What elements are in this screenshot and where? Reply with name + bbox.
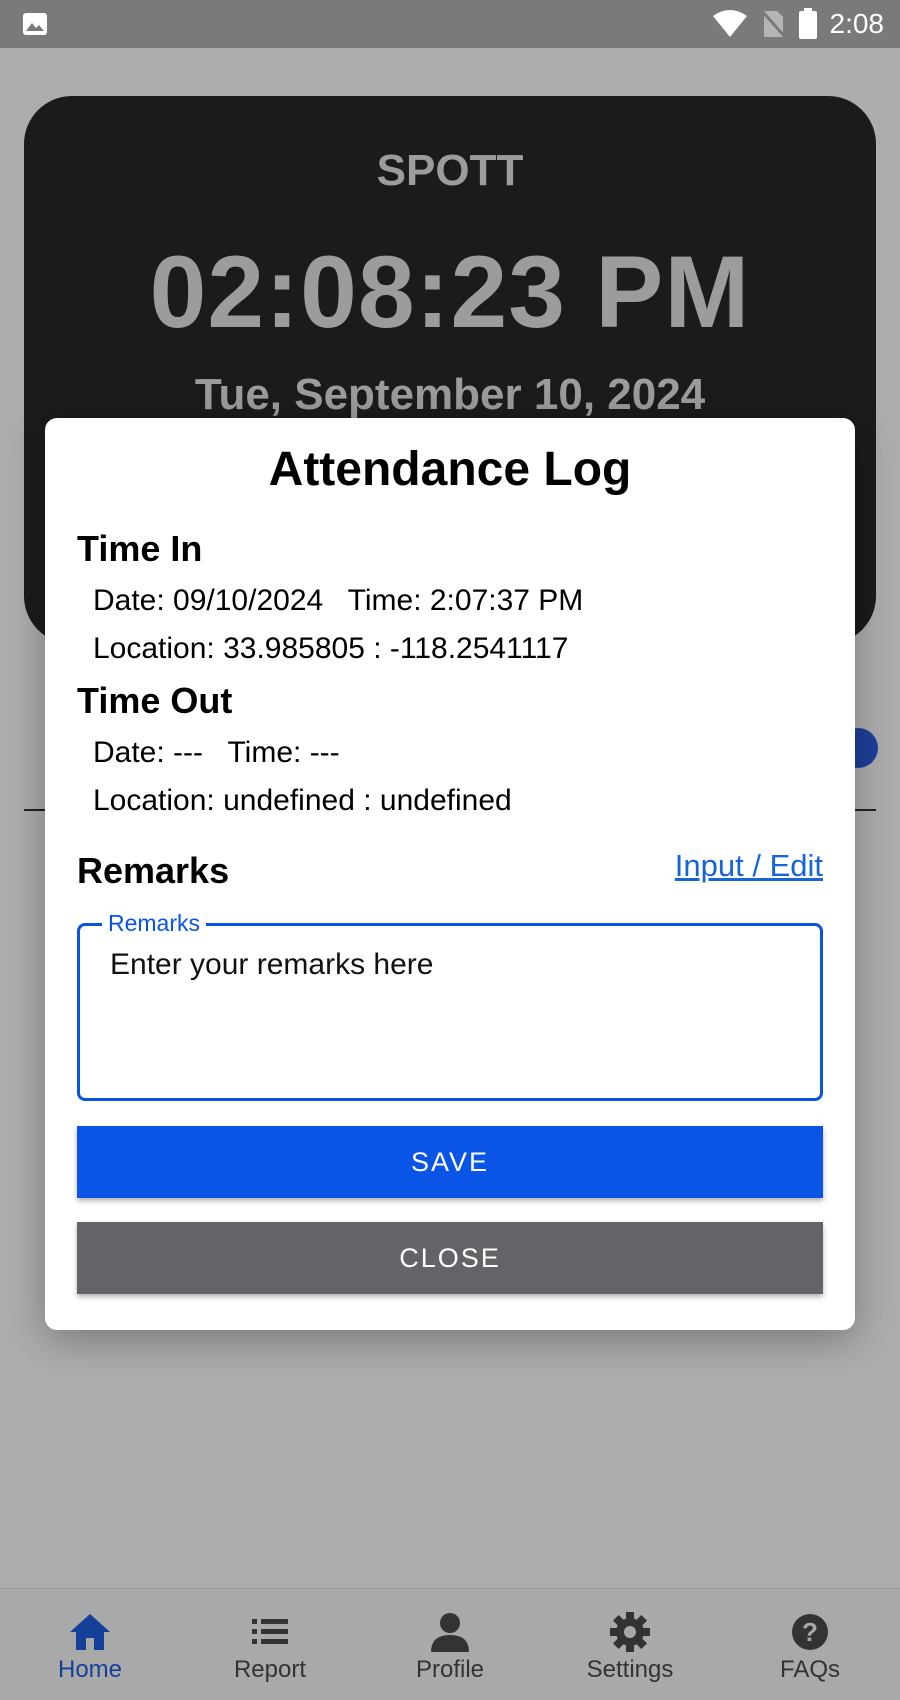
nav-label-report: Report (233, 1655, 307, 1683)
clock-time: 02:08:23 PM (149, 235, 751, 349)
app-name: SPOTT (376, 146, 524, 195)
attendance-log-dialog: Attendance Log Time In Date: 09/10/2024 … (45, 418, 855, 1330)
time-in-date-time: Date: 09/10/2024 Time: 2:07:37 PM (93, 584, 584, 617)
wifi-icon (712, 10, 747, 37)
remarks-field-label: Remarks (102, 910, 207, 937)
nav-item-faqs[interactable]: ? FAQs (720, 1589, 900, 1700)
nav-label-profile: Profile (415, 1655, 485, 1683)
status-bar: 2:08 (0, 0, 900, 48)
time-out-location: Location: undefined : undefined (93, 784, 512, 817)
save-button[interactable]: SAVE (77, 1126, 823, 1198)
help-icon: ? (792, 1613, 828, 1650)
time-in-location: Location: 33.985805 : -118.2541117 (93, 632, 569, 665)
nav-item-home[interactable]: Home (0, 1589, 180, 1700)
image-notification-icon (23, 13, 47, 35)
clock-date: Tue, September 10, 2024 (194, 370, 706, 419)
nav-item-settings[interactable]: Settings (540, 1589, 720, 1700)
svg-text:?: ? (802, 1617, 818, 1647)
input-edit-link[interactable]: Input / Edit (675, 848, 823, 884)
close-button[interactable]: CLOSE (77, 1222, 823, 1294)
nav-label-faqs: FAQs (779, 1655, 840, 1683)
person-icon (431, 1612, 469, 1652)
time-out-heading: Time Out (77, 680, 233, 721)
nav-item-profile[interactable]: Profile (360, 1589, 540, 1700)
nav-label-home: Home (57, 1655, 123, 1683)
no-sim-icon (760, 10, 786, 38)
gear-icon (610, 1611, 650, 1652)
time-in-heading: Time In (77, 528, 203, 569)
nav-item-report[interactable]: Report (180, 1589, 360, 1700)
battery-icon (798, 8, 817, 39)
remarks-input[interactable]: Enter your remarks here (110, 948, 433, 982)
nav-label-settings: Settings (586, 1655, 674, 1683)
dialog-title: Attendance Log (268, 443, 632, 496)
time-out-date-time: Date: --- Time: --- (93, 736, 340, 769)
bottom-navigation: Home Report Profile Settings ? FAQs (0, 1588, 900, 1700)
remarks-field[interactable]: Remarks Enter your remarks here (77, 910, 823, 1101)
status-time: 2:08 (829, 8, 885, 39)
remarks-heading: Remarks (77, 850, 230, 891)
home-icon (70, 1613, 110, 1650)
list-icon (252, 1618, 288, 1644)
